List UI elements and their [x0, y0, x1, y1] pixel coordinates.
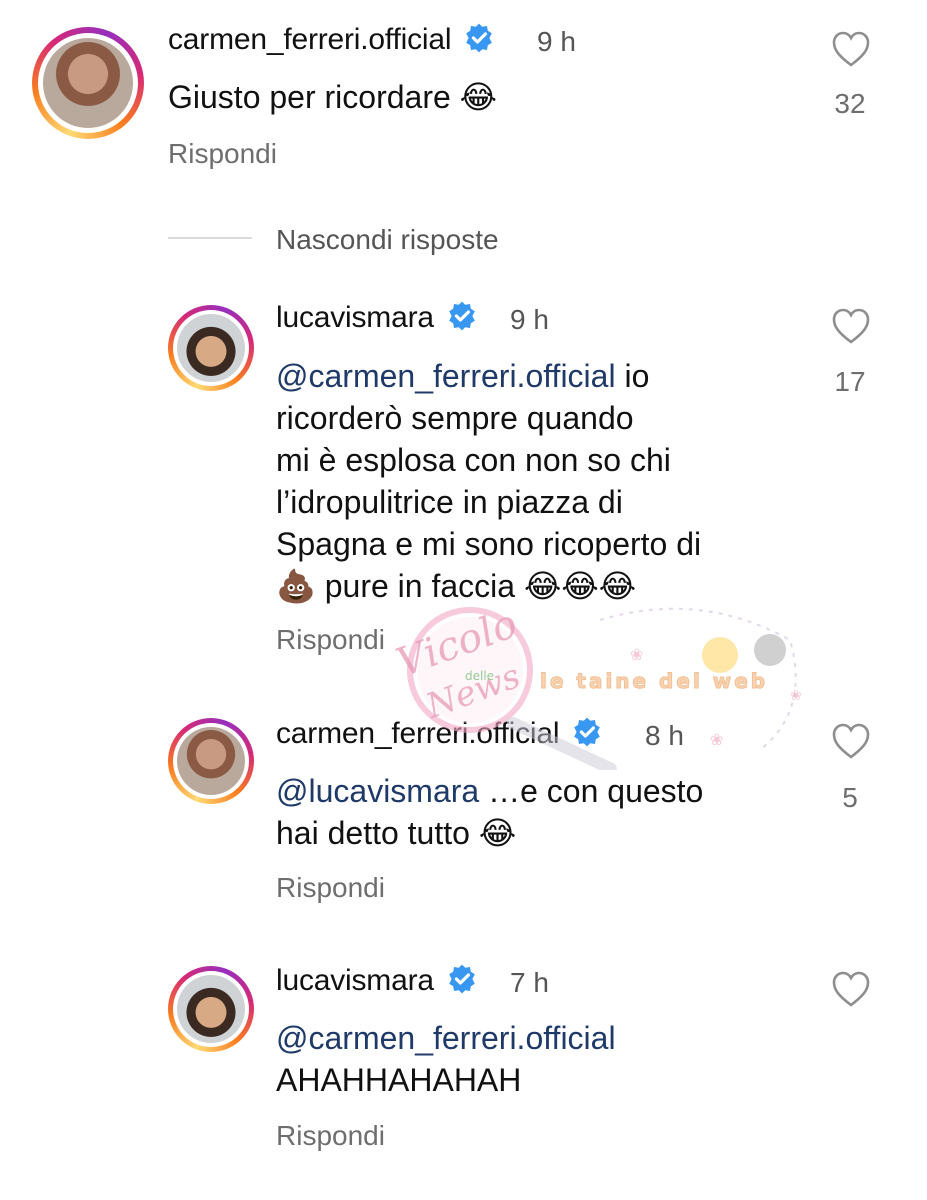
mention-link[interactable]: @carmen_ferreri.official [276, 1020, 616, 1056]
svg-text:delle: delle [465, 669, 494, 683]
comment-time: 9 h [510, 304, 549, 335]
reply-button[interactable]: Rispondi [276, 1120, 385, 1152]
svg-text:Vicolo: Vicolo [391, 601, 524, 687]
verified-badge-icon [466, 23, 493, 53]
like-count: 32 [834, 88, 866, 119]
verified-badge-icon [449, 964, 475, 994]
verified-badge-icon [574, 717, 601, 747]
avatar[interactable] [168, 966, 254, 1052]
heart-icon[interactable] [831, 722, 871, 760]
divider [168, 237, 252, 239]
mention-link[interactable]: @lucavismara [276, 773, 479, 809]
username[interactable]: carmen_ferreri.official [276, 716, 603, 751]
comment-text: Giusto per ricordare 😂 [168, 79, 498, 115]
svg-text:❀: ❀ [790, 687, 802, 703]
hide-replies-button[interactable]: Nascondi risposte [276, 224, 499, 256]
avatar[interactable] [32, 27, 144, 139]
reply-button[interactable]: Rispondi [276, 872, 385, 904]
like-count: 5 [842, 782, 858, 813]
comment-time: 7 h [510, 967, 549, 998]
svg-text:le taine del web: le taine del web [540, 669, 768, 693]
svg-text:❀: ❀ [710, 732, 723, 749]
username[interactable]: lucavismara [276, 300, 478, 335]
username[interactable]: lucavismara [276, 963, 478, 998]
heart-icon[interactable] [831, 307, 871, 345]
like-count: 17 [834, 366, 866, 397]
comment-text: @lucavismara …e con questo hai detto tut… [276, 773, 704, 851]
avatar[interactable] [168, 305, 254, 391]
comment-time: 8 h [645, 720, 684, 751]
mention-link[interactable]: @carmen_ferreri.official [276, 358, 616, 394]
username[interactable]: carmen_ferreri.official [168, 22, 495, 57]
heart-icon[interactable] [831, 970, 871, 1008]
reply-button[interactable]: Rispondi [168, 138, 277, 170]
verified-badge-icon [449, 301, 475, 331]
comment-1: carmen_ferreri.official 9 h Giusto per r… [0, 0, 927, 180]
reply-button[interactable]: Rispondi [276, 624, 385, 656]
svg-text:❀: ❀ [630, 647, 643, 664]
comment-text: @carmen_ferreri.official io ricorderò se… [276, 358, 702, 604]
avatar[interactable] [168, 718, 254, 804]
comment-time: 9 h [537, 26, 576, 57]
comment-text: @carmen_ferreri.official AHAHHAHAHAH [276, 1020, 616, 1098]
heart-icon[interactable] [831, 30, 871, 68]
